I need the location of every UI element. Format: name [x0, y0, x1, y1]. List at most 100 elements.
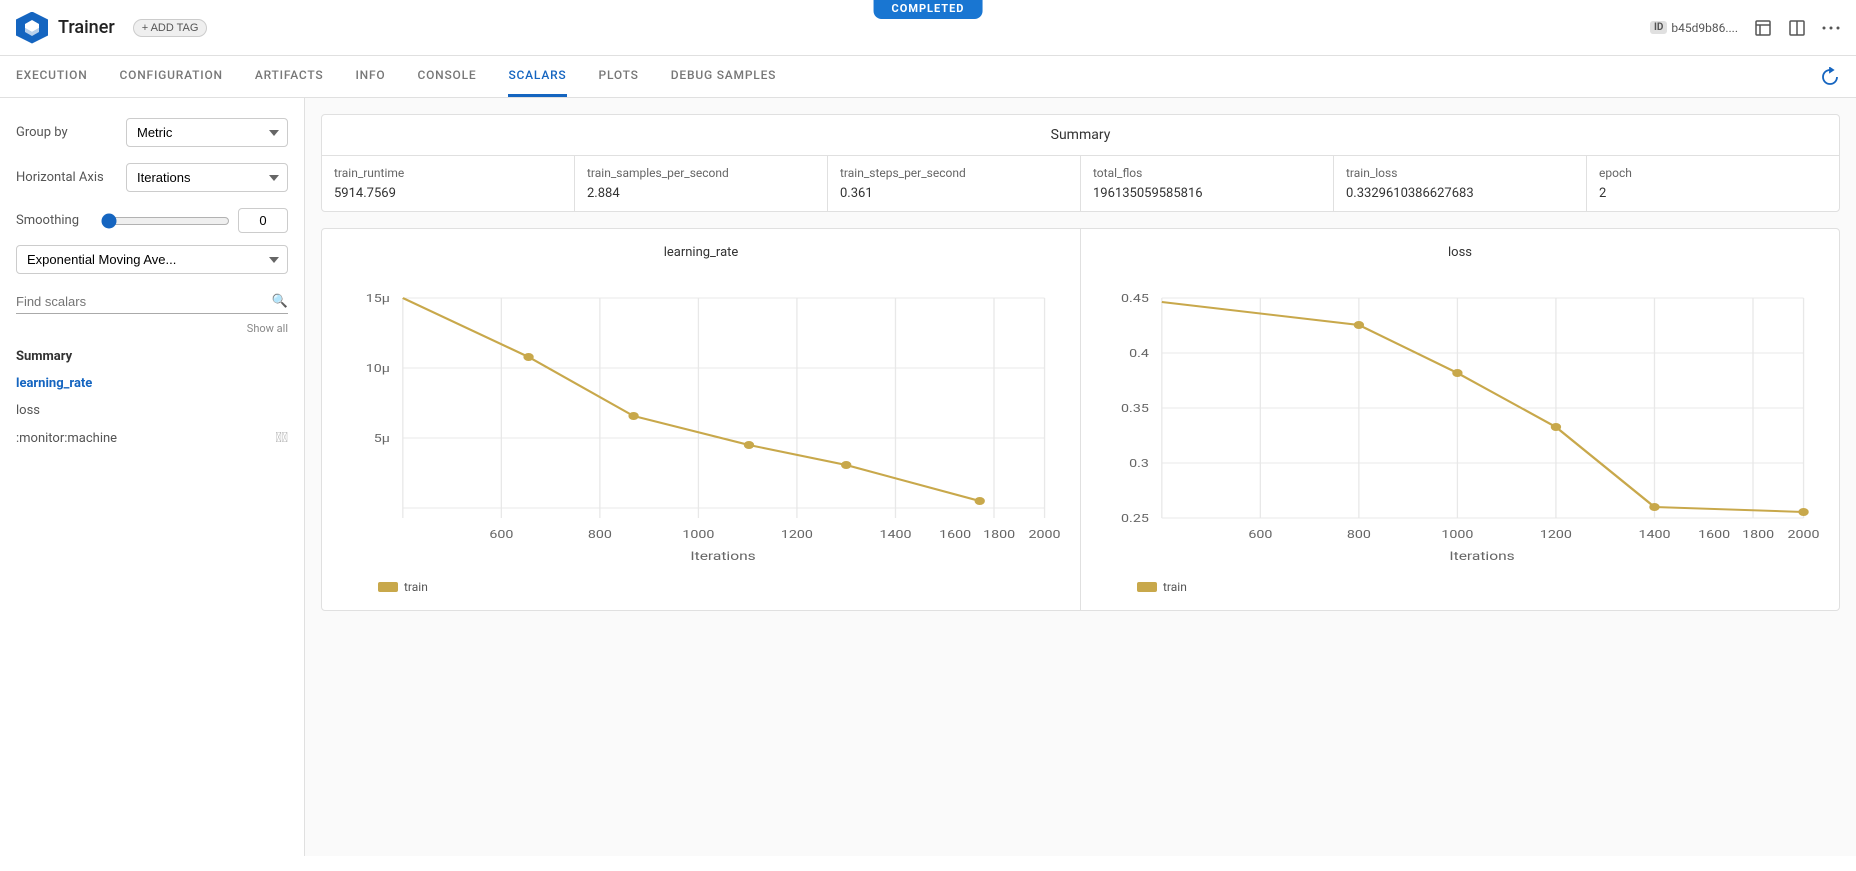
svg-text:0.4: 0.4	[1129, 347, 1149, 360]
scalar-summary-item[interactable]: Summary	[16, 343, 288, 370]
exp-moving-avg-row: Exponential Moving Ave...	[16, 245, 288, 274]
loss-legend-label: train	[1163, 580, 1187, 594]
charts-row: learning_rate 1	[321, 228, 1840, 611]
exp-moving-avg-select[interactable]: Exponential Moving Ave...	[16, 245, 288, 274]
tab-console[interactable]: CONSOLE	[417, 56, 476, 97]
svg-text:10μ: 10μ	[366, 362, 390, 375]
id-value: b45d9b86....	[1671, 21, 1738, 35]
add-tag-button[interactable]: + ADD TAG	[133, 19, 208, 37]
svg-text:1400: 1400	[879, 528, 911, 541]
group-by-select[interactable]: Metric	[126, 118, 288, 147]
group-by-label: Group by	[16, 125, 126, 140]
refresh-button[interactable]	[1820, 67, 1840, 87]
search-icon: 🔍	[272, 294, 288, 309]
summary-col-label-2: train_steps_per_second	[840, 166, 1068, 180]
summary-cell-3: total_flos 196135059585816	[1081, 156, 1334, 211]
summary-col-val-1: 2.884	[587, 186, 815, 201]
svg-text:Iterations: Iterations	[690, 550, 755, 564]
svg-text:15μ: 15μ	[366, 292, 390, 305]
nav-tabs: EXECUTION CONFIGURATION ARTIFACTS INFO C…	[0, 56, 1856, 98]
svg-text:1600: 1600	[1698, 528, 1730, 541]
top-bar: Trainer + ADD TAG COMPLETED ID b45d9b86.…	[0, 0, 1856, 56]
app-title: Trainer	[58, 17, 115, 38]
details-panel-button[interactable]	[1754, 19, 1772, 37]
summary-col-label-0: train_runtime	[334, 166, 562, 180]
tab-configuration[interactable]: CONFIGURATION	[120, 56, 223, 97]
svg-text:0.45: 0.45	[1121, 292, 1149, 305]
svg-text:600: 600	[1248, 528, 1272, 541]
sidebar: Group by Metric Horizontal Axis Iteratio…	[0, 98, 305, 856]
main-layout: Group by Metric Horizontal Axis Iteratio…	[0, 98, 1856, 856]
svg-text:800: 800	[1347, 528, 1371, 541]
tab-plots[interactable]: PLOTS	[599, 56, 639, 97]
find-scalars-row: 🔍	[16, 294, 288, 314]
summary-col-label-1: train_samples_per_second	[587, 166, 815, 180]
tab-debug-samples[interactable]: DEBUG SAMPLES	[671, 56, 777, 97]
learning-rate-chart-title: learning_rate	[338, 245, 1064, 260]
id-label: ID	[1650, 21, 1667, 34]
summary-card: Summary train_runtime 5914.7569 train_sa…	[321, 114, 1840, 212]
show-all-link[interactable]: Show all	[16, 322, 288, 335]
svg-text:5μ: 5μ	[374, 432, 390, 445]
summary-cell-4: train_loss 0.3329610386627683	[1334, 156, 1587, 211]
horizontal-axis-label: Horizontal Axis	[16, 170, 126, 185]
scalar-monitor-machine-item[interactable]: :monitor:machine 👁̸	[16, 424, 288, 452]
summary-col-label-4: train_loss	[1346, 166, 1574, 180]
loss-chart-svg: 0.45 0.4 0.35 0.3 0.25 600 800 1000 1200…	[1097, 268, 1823, 568]
svg-text:1200: 1200	[781, 528, 813, 541]
svg-text:0.35: 0.35	[1121, 402, 1149, 415]
scalar-learning-rate-item[interactable]: learning_rate	[16, 370, 288, 397]
svg-text:800: 800	[588, 528, 612, 541]
refresh-button-area	[1820, 67, 1840, 87]
learning-rate-chart-svg: 15μ 10μ 5μ 600 800 1000 1200 1400 1600 1…	[338, 268, 1064, 568]
task-id-badge: ID b45d9b86....	[1650, 21, 1738, 35]
loss-legend-color	[1137, 582, 1157, 592]
summary-col-val-3: 196135059585816	[1093, 186, 1321, 201]
svg-text:Iterations: Iterations	[1449, 550, 1514, 564]
svg-text:2000: 2000	[1788, 528, 1820, 541]
top-bar-right: ID b45d9b86....	[1650, 19, 1840, 37]
summary-col-val-2: 0.361	[840, 186, 1068, 201]
menu-button[interactable]	[1822, 26, 1840, 30]
tab-execution[interactable]: EXECUTION	[16, 56, 88, 97]
svg-text:600: 600	[489, 528, 513, 541]
completed-badge: COMPLETED	[874, 0, 983, 19]
group-by-row: Group by Metric	[16, 118, 288, 147]
scalar-loss-item[interactable]: loss	[16, 397, 288, 424]
hidden-eye-icon: 👁̸	[276, 430, 288, 446]
find-scalars-input[interactable]	[16, 294, 272, 309]
tab-info[interactable]: INFO	[355, 56, 385, 97]
summary-col-label-5: epoch	[1599, 166, 1827, 180]
legend-color	[378, 582, 398, 592]
loss-legend: train	[1097, 580, 1823, 594]
svg-text:1200: 1200	[1540, 528, 1572, 541]
summary-cell-0: train_runtime 5914.7569	[322, 156, 575, 211]
learning-rate-chart-panel: learning_rate 1	[322, 229, 1081, 610]
summary-cell-1: train_samples_per_second 2.884	[575, 156, 828, 211]
svg-text:1000: 1000	[1441, 528, 1473, 541]
svg-text:0.25: 0.25	[1121, 512, 1149, 525]
svg-text:1800: 1800	[983, 528, 1015, 541]
tab-scalars[interactable]: SCALARS	[508, 56, 566, 97]
split-view-button[interactable]	[1788, 19, 1806, 37]
app-logo-icon	[16, 12, 48, 44]
tab-artifacts[interactable]: ARTIFACTS	[255, 56, 324, 97]
svg-text:1400: 1400	[1638, 528, 1670, 541]
loss-chart-panel: loss	[1081, 229, 1839, 610]
svg-text:1000: 1000	[682, 528, 714, 541]
learning-rate-legend: train	[338, 580, 1064, 594]
summary-title: Summary	[322, 115, 1839, 156]
legend-label: train	[404, 580, 428, 594]
horizontal-axis-row: Horizontal Axis Iterations	[16, 163, 288, 192]
smoothing-slider[interactable]	[101, 213, 230, 229]
svg-text:0.3: 0.3	[1129, 457, 1149, 470]
summary-col-label-3: total_flos	[1093, 166, 1321, 180]
summary-col-val-5: 2	[1599, 186, 1827, 201]
svg-text:2000: 2000	[1029, 528, 1061, 541]
svg-text:1800: 1800	[1742, 528, 1774, 541]
smoothing-row: Smoothing 0	[16, 208, 288, 233]
loss-chart-title: loss	[1097, 245, 1823, 260]
smoothing-value-input[interactable]: 0	[238, 208, 288, 233]
scalar-monitor-machine-label: :monitor:machine	[16, 431, 117, 446]
horizontal-axis-select[interactable]: Iterations	[126, 163, 288, 192]
